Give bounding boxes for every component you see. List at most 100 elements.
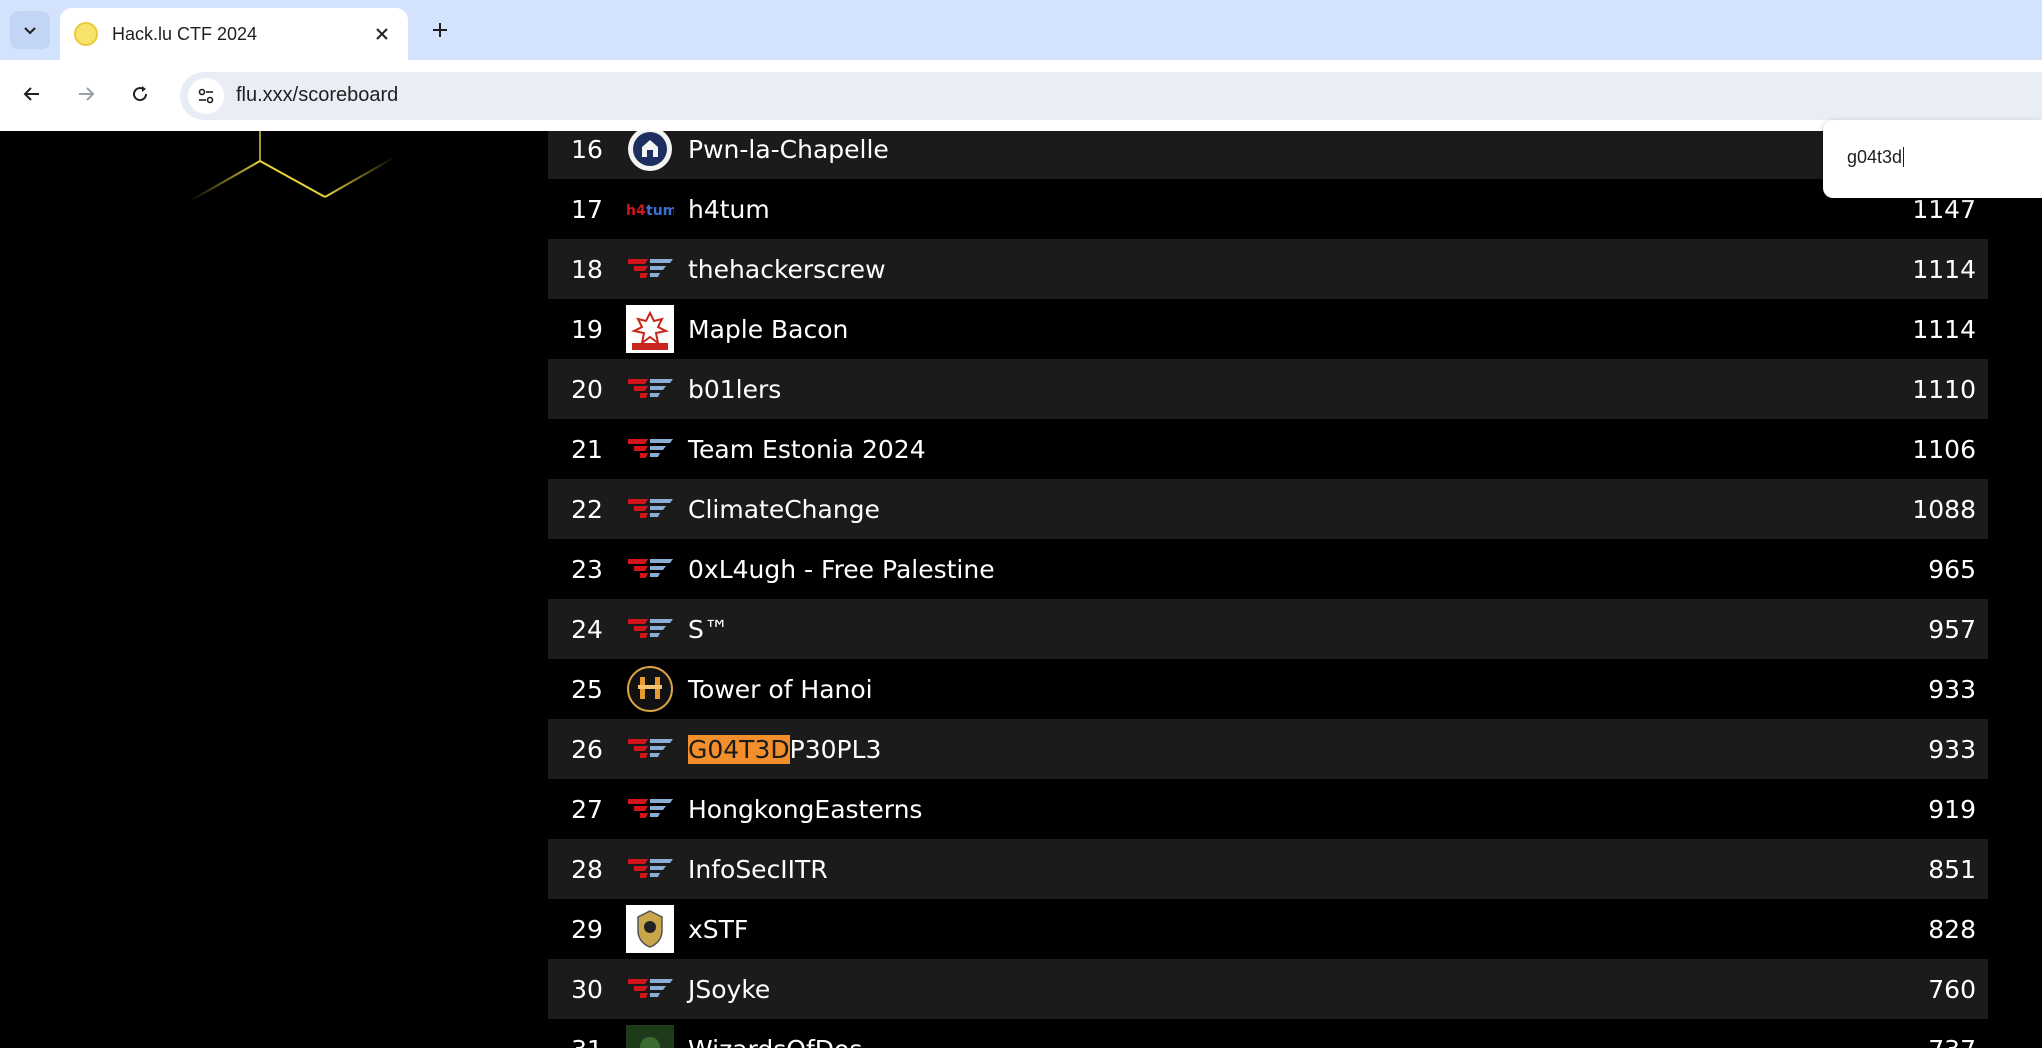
rank-cell: 30: [571, 974, 603, 1004]
table-row: 28 InfoSecIITR 851: [548, 839, 1988, 899]
site-info-button[interactable]: [188, 78, 224, 114]
table-row: 19 Maple Bacon 1114: [548, 299, 1988, 359]
team-logo-icon: h4 tum: [626, 185, 674, 233]
table-row: 20 b01lers 1110: [548, 359, 1988, 419]
score-cell: 1114: [1912, 254, 1976, 284]
table-row: 22 ClimateChange 1088: [548, 479, 1988, 539]
arrow-right-icon: [79, 87, 95, 101]
score-cell: 1114: [1912, 314, 1976, 344]
team-name-link[interactable]: h4tum: [688, 195, 1848, 224]
team-name-link[interactable]: HongkongEasterns: [688, 795, 1848, 824]
url-text: flu.xxx/scoreboard: [236, 84, 399, 106]
table-row: 30 JSoyke 760: [548, 959, 1988, 1019]
team-logo-icon: [626, 425, 674, 473]
team-name-link[interactable]: S™: [688, 615, 1848, 644]
table-row: 23 0xL4ugh - Free Palestine 965: [548, 539, 1988, 599]
team-logo-icon: [626, 965, 674, 1013]
team-name-link[interactable]: JSoyke: [688, 975, 1848, 1004]
tab-strip: Hack.lu CTF 2024: [0, 0, 2042, 60]
reload-button[interactable]: [122, 76, 158, 112]
back-button[interactable]: [14, 76, 50, 112]
team-logo-icon: [626, 305, 674, 353]
find-input[interactable]: g04t3d: [1847, 147, 1904, 168]
chevron-down-icon: [24, 27, 36, 35]
plus-icon: [433, 23, 447, 37]
find-match-highlight: G04T3D: [688, 734, 790, 764]
score-cell: 919: [1928, 794, 1976, 824]
address-bar[interactable]: flu.xxx/scoreboard: [180, 72, 2042, 120]
team-name-link[interactable]: Pwn-la-Chapelle: [688, 135, 1848, 164]
score-cell: 828: [1928, 914, 1976, 944]
svg-text:tum: tum: [646, 203, 674, 219]
browser-toolbar: flu.xxx/scoreboard: [0, 60, 2042, 131]
table-row: 18 thehackerscrew 1114: [548, 239, 1988, 299]
score-cell: 1147: [1912, 194, 1976, 224]
tab-search-button[interactable]: [10, 11, 50, 49]
rank-cell: 29: [571, 914, 603, 944]
new-tab-button[interactable]: [424, 14, 456, 46]
team-name-link[interactable]: InfoSecIITR: [688, 855, 1848, 884]
team-name-link[interactable]: 0xL4ugh - Free Palestine: [688, 555, 1848, 584]
svg-text:h4: h4: [626, 203, 646, 219]
team-name-rest: P30PL3: [789, 734, 882, 764]
team-name-link[interactable]: Team Estonia 2024: [688, 435, 1848, 464]
team-logo-icon: [626, 845, 674, 893]
table-row: 17 h4 tum h4tum 1147: [548, 179, 1988, 239]
team-logo-icon: [626, 365, 674, 413]
team-logo-icon: [626, 725, 674, 773]
rank-cell: 31: [548, 1035, 626, 1048]
rank-cell: 25: [571, 674, 603, 704]
team-logo-icon: [626, 665, 674, 713]
table-row: 24 S™ 957: [548, 599, 1988, 659]
team-name-link[interactable]: thehackerscrew: [688, 255, 1848, 284]
rank-cell: 28: [571, 854, 603, 884]
table-row: 16 Pwn-la-Chapelle: [548, 131, 1988, 179]
rank-cell: 17: [571, 194, 603, 224]
arrow-left-icon: [23, 87, 39, 101]
reload-icon: [133, 86, 148, 102]
rank-cell: 19: [571, 314, 603, 344]
team-logo-icon: [626, 131, 674, 173]
rank-cell: 24: [571, 614, 603, 644]
forward-button[interactable]: [68, 76, 104, 112]
team-logo-icon: [626, 545, 674, 593]
rank-cell: 20: [571, 374, 603, 404]
team-name-link[interactable]: ClimateChange: [688, 495, 1848, 524]
table-row: 26 G04T3DP30PL3 933: [548, 719, 1988, 779]
table-row: 25 Tower of Hanoi 933: [548, 659, 1988, 719]
score-cell: 1106: [1912, 434, 1976, 464]
score-cell: 737: [1848, 1035, 1988, 1048]
rank-cell: 18: [571, 254, 603, 284]
score-cell: 851: [1928, 854, 1976, 884]
rank-cell: 16: [571, 134, 603, 164]
team-name-link[interactable]: G04T3DP30PL3: [688, 734, 1848, 764]
tab-close-button[interactable]: [368, 20, 396, 48]
team-logo-icon: [626, 905, 674, 953]
team-logo-icon: [626, 485, 674, 533]
team-name-link[interactable]: Maple Bacon: [688, 315, 1848, 344]
table-row: 21 Team Estonia 2024 1106: [548, 419, 1988, 479]
score-cell: 957: [1928, 614, 1976, 644]
active-tab[interactable]: Hack.lu CTF 2024: [60, 8, 408, 60]
score-cell: 760: [1928, 974, 1976, 1004]
tune-icon: [198, 88, 214, 104]
team-name-link[interactable]: Tower of Hanoi: [688, 675, 1848, 704]
rank-cell: 27: [571, 794, 603, 824]
score-cell: 933: [1928, 674, 1976, 704]
team-logo-icon: [626, 605, 674, 653]
rank-cell: 26: [571, 734, 603, 764]
team-name-link[interactable]: b01lers: [688, 375, 1848, 404]
table-row: 31 WizardsOfDos737: [548, 1019, 1988, 1048]
find-in-page-bar: g04t3d: [1823, 120, 2042, 198]
scoreboard-table: 16 Pwn-la-Chapelle 17 h4 tum h4tum 1147 18 th…: [548, 131, 1988, 1048]
team-logo-icon: [626, 1025, 674, 1048]
hexagon-decoration: [189, 131, 396, 271]
score-cell: 965: [1928, 554, 1976, 584]
score-cell: 1110: [1912, 374, 1976, 404]
table-row: 27 HongkongEasterns 919: [548, 779, 1988, 839]
score-cell: 933: [1928, 734, 1976, 764]
team-name-link[interactable]: WizardsOfDos: [688, 1035, 1848, 1048]
rank-cell: 23: [571, 554, 603, 584]
table-row: 29 xSTF 828: [548, 899, 1988, 959]
team-name-link[interactable]: xSTF: [688, 915, 1848, 944]
